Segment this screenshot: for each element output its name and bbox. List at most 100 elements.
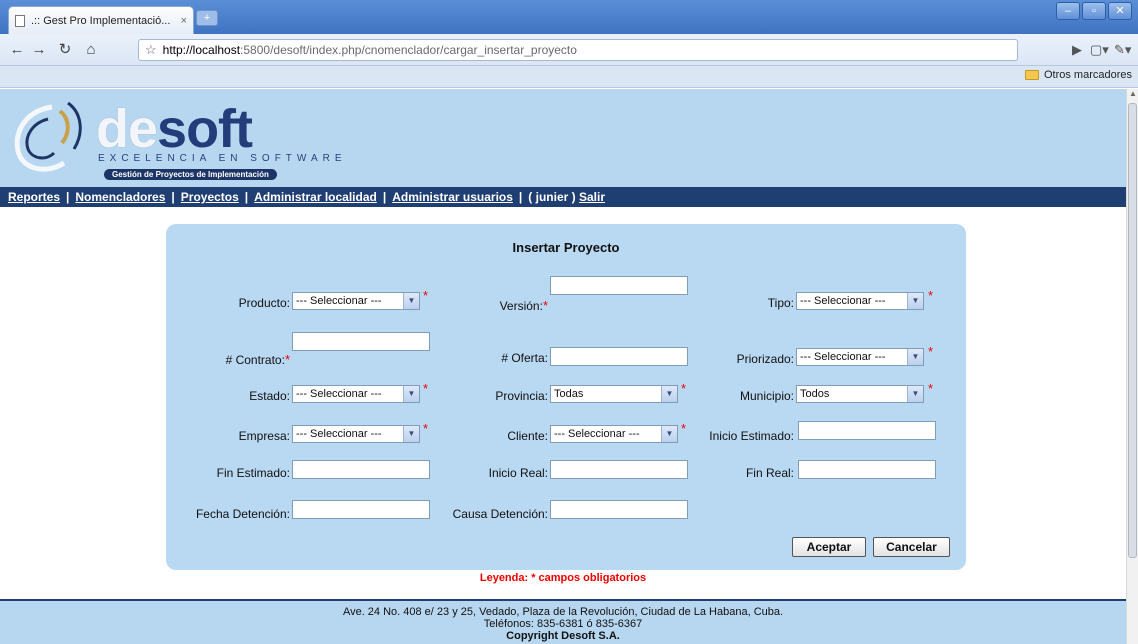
- logo-subtitle: Gestión de Proyectos de Implementación: [104, 169, 277, 180]
- address-bar[interactable]: ☆ http://localhost:5800/desoft/index.php…: [138, 39, 1018, 61]
- form-title: Insertar Proyecto: [512, 240, 620, 255]
- version-input[interactable]: [550, 276, 688, 295]
- producto-label: Producto:: [238, 296, 290, 310]
- fin-real-input[interactable]: [798, 460, 936, 479]
- fin-estimado-input[interactable]: [292, 460, 430, 479]
- other-bookmarks[interactable]: Otros marcadores: [1024, 69, 1132, 81]
- municipio-label: Municipio:: [739, 389, 794, 403]
- required-marker: *: [423, 381, 429, 396]
- priorizado-select[interactable]: --- Seleccionar --- ▼: [796, 348, 924, 366]
- wrench-icon[interactable]: ✎▾: [1114, 42, 1131, 58]
- causa-detencion-label: Causa Detención:: [452, 507, 548, 521]
- forward-arrow-icon[interactable]: →: [30, 41, 48, 59]
- desoft-logo: desoft EXCELENCIA EN SOFTWARE Gestión de…: [8, 97, 388, 181]
- required-marker: *: [928, 288, 934, 303]
- provincia-select[interactable]: Todas ▼: [550, 385, 678, 403]
- close-tab-icon[interactable]: ×: [181, 15, 187, 27]
- url-host: http://localhost: [162, 43, 241, 57]
- cancel-button[interactable]: Cancelar: [873, 537, 950, 557]
- menu-administrar-localidad[interactable]: Administrar localidad: [254, 190, 377, 204]
- logo-tagline: EXCELENCIA EN SOFTWARE: [98, 153, 347, 164]
- contrato-input[interactable]: [292, 332, 430, 351]
- menu-proyectos[interactable]: Proyectos: [181, 190, 239, 204]
- main-menu: Reportes | Nomencladores | Proyectos | Admi…: [0, 187, 1126, 207]
- empresa-select[interactable]: --- Seleccionar --- ▼: [292, 425, 420, 443]
- logo-wordmark: desoft: [96, 99, 253, 159]
- accept-button[interactable]: Aceptar: [792, 537, 866, 557]
- page-menu-icon[interactable]: ▢▾: [1090, 42, 1109, 58]
- minimize-icon[interactable]: –: [1056, 2, 1080, 20]
- oferta-input[interactable]: [550, 347, 688, 366]
- inicio-real-label: Inicio Real:: [488, 466, 548, 480]
- inicio-real-input[interactable]: [550, 460, 688, 479]
- browser-toolbar: ← → ↻ ⌂ ☆ http://localhost:5800/desoft/i…: [0, 34, 1138, 66]
- fecha-detencion-label: Fecha Detención:: [195, 507, 290, 521]
- insert-project-form: Insertar Proyecto Producto: --- Seleccio…: [166, 224, 966, 570]
- close-window-icon[interactable]: ✕: [1108, 2, 1132, 20]
- logo-swirl-icon: [14, 101, 82, 172]
- producto-select[interactable]: --- Seleccionar --- ▼: [292, 292, 420, 310]
- folder-icon: [1024, 70, 1039, 80]
- scrollbar-thumb[interactable]: [1128, 103, 1137, 558]
- required-marker: *: [928, 344, 934, 359]
- reload-icon[interactable]: ↻: [56, 41, 74, 59]
- tipo-label: Tipo:: [767, 296, 794, 310]
- empresa-label: Empresa:: [238, 429, 290, 443]
- chevron-down-icon: ▼: [661, 386, 677, 402]
- causa-detencion-input[interactable]: [550, 500, 688, 519]
- chevron-down-icon: ▼: [403, 293, 419, 309]
- maximize-icon[interactable]: ▫: [1082, 2, 1106, 20]
- logout-link[interactable]: Salir: [579, 190, 605, 204]
- site-header: desoft EXCELENCIA EN SOFTWARE Gestión de…: [0, 89, 1126, 187]
- page-viewport: desoft EXCELENCIA EN SOFTWARE Gestión de…: [0, 89, 1126, 644]
- provincia-label: Provincia:: [495, 389, 548, 403]
- chevron-down-icon: ▼: [907, 349, 923, 365]
- required-marker: *: [681, 381, 687, 396]
- fin-real-label: Fin Real:: [745, 466, 794, 480]
- browser-tab[interactable]: .:: Gest Pro Implementació... ×: [8, 6, 194, 34]
- required-marker: *: [423, 421, 429, 436]
- current-user: ( junier ): [528, 190, 576, 204]
- tab-title: .:: Gest Pro Implementació...: [31, 14, 171, 27]
- back-arrow-icon[interactable]: ←: [8, 41, 26, 59]
- footer-copyright: Copyright Desoft S.A.: [506, 630, 620, 642]
- contrato-label: # Contrato:*: [225, 352, 290, 367]
- municipio-select[interactable]: Todos ▼: [796, 385, 924, 403]
- home-icon[interactable]: ⌂: [82, 41, 100, 59]
- chevron-down-icon: ▼: [661, 426, 677, 442]
- menu-administrar-usuarios[interactable]: Administrar usuarios: [392, 190, 513, 204]
- cliente-select[interactable]: --- Seleccionar --- ▼: [550, 425, 678, 443]
- chevron-down-icon: ▼: [403, 386, 419, 402]
- required-marker: *: [423, 288, 429, 303]
- version-label: Versión:*: [499, 298, 548, 313]
- page-icon: [15, 14, 25, 27]
- required-legend: Leyenda: * campos obligatorios: [479, 572, 647, 584]
- tipo-select[interactable]: --- Seleccionar --- ▼: [796, 292, 924, 310]
- menu-nomencladores[interactable]: Nomencladores: [75, 190, 165, 204]
- chevron-down-icon: ▼: [403, 426, 419, 442]
- window-controls: – ▫ ✕: [1056, 2, 1132, 20]
- required-marker: *: [681, 421, 687, 436]
- fecha-detencion-input[interactable]: [292, 500, 430, 519]
- other-bookmarks-label: Otros marcadores: [1043, 69, 1132, 81]
- bookmarks-bar: Otros marcadores: [0, 66, 1138, 88]
- browser-titlebar: .:: Gest Pro Implementació... × + – ▫ ✕: [0, 0, 1138, 34]
- play-icon[interactable]: ▶: [1072, 42, 1082, 58]
- vertical-scrollbar[interactable]: ▲: [1126, 89, 1138, 644]
- fin-estimado-label: Fin Estimado:: [216, 466, 290, 480]
- url-path: :5800/desoft/index.php/cnomenclador/carg…: [240, 43, 577, 57]
- bookmark-star-icon[interactable]: ☆: [145, 42, 157, 58]
- menu-reportes[interactable]: Reportes: [8, 190, 60, 204]
- oferta-label: # Oferta:: [501, 351, 548, 365]
- scroll-up-icon[interactable]: ▲: [1127, 89, 1138, 101]
- chevron-down-icon: ▼: [907, 293, 923, 309]
- estado-select[interactable]: --- Seleccionar --- ▼: [292, 385, 420, 403]
- required-marker: *: [928, 381, 934, 396]
- estado-label: Estado:: [249, 389, 290, 403]
- site-footer: Ave. 24 No. 408 e/ 23 y 25, Vedado, Plaz…: [0, 599, 1126, 644]
- footer-address: Ave. 24 No. 408 e/ 23 y 25, Vedado, Plaz…: [342, 606, 784, 618]
- priorizado-label: Priorizado:: [736, 352, 794, 366]
- new-tab-button[interactable]: +: [196, 10, 218, 26]
- inicio-estimado-label: Inicio Estimado:: [709, 429, 794, 443]
- inicio-estimado-input[interactable]: [798, 421, 936, 440]
